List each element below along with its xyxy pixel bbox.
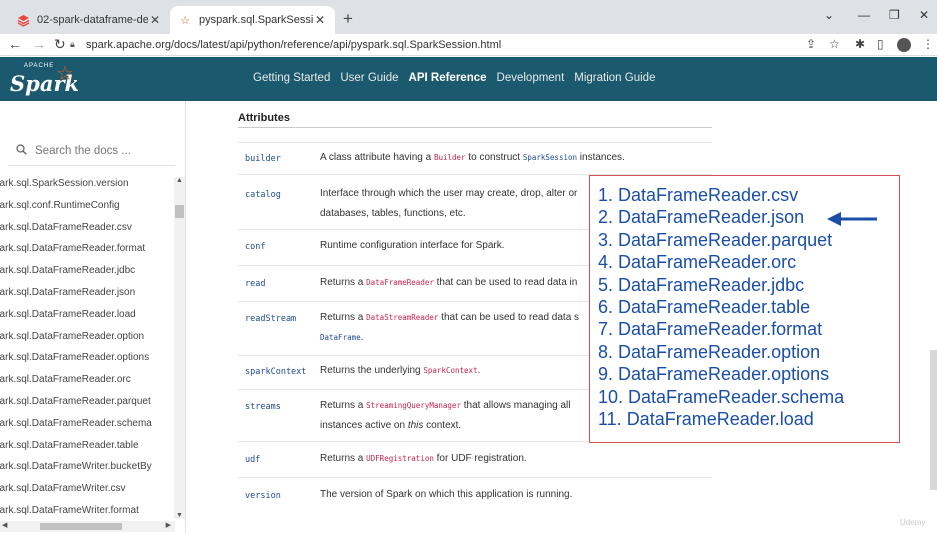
- sidebar-item[interactable]: park.sql.DataFrameReader.json: [0, 286, 152, 308]
- annotation-item: 9. DataFrameReader.options: [598, 364, 830, 385]
- search-divider: [8, 165, 175, 166]
- table-row: udf Returns a UDFRegistration for UDF re…: [238, 441, 712, 477]
- scroll-right-icon[interactable]: ▶: [166, 521, 171, 529]
- annotation-item: 3. DataFrameReader.parquet: [598, 229, 833, 250]
- sidebar-item[interactable]: park.sql.DataFrameReader.options: [0, 351, 152, 373]
- spark-star-logo-icon: ☆: [56, 63, 74, 85]
- table-row: version The version of Spark on which th…: [238, 477, 712, 513]
- annotation-item: 2. DataFrameReader.json: [598, 207, 805, 228]
- attr-name[interactable]: builder: [245, 154, 281, 164]
- section-title: Attributes: [238, 112, 290, 124]
- top-navigation: Getting Started User Guide API Reference…: [253, 72, 655, 84]
- sidebar-vertical-scrollbar[interactable]: ▲ ▼: [174, 177, 185, 519]
- annotation-item: 5. DataFrameReader.jdbc: [598, 274, 805, 295]
- extensions-puzzle-icon[interactable]: ✱: [855, 37, 865, 51]
- scroll-thumb[interactable]: [40, 523, 122, 530]
- browser-tab-databricks[interactable]: 02-spark-dataframe-demo - Data ✕: [8, 6, 170, 34]
- annotation-item: 11. DataFrameReader.load: [598, 409, 814, 430]
- forward-arrow-icon[interactable]: →: [32, 36, 46, 52]
- nav-migration-guide[interactable]: Migration Guide: [574, 72, 655, 84]
- annotation-item: 6. DataFrameReader.table: [598, 297, 811, 318]
- address-bar[interactable]: 🔒︎ spark.apache.org/docs/latest/api/pyth…: [70, 35, 840, 54]
- browser-toolbar: ← → ↻ 🔒︎ spark.apache.org/docs/latest/ap…: [0, 34, 937, 56]
- attr-name[interactable]: streams: [245, 402, 281, 412]
- close-window-icon[interactable]: ✕: [919, 8, 929, 22]
- kebab-menu-icon[interactable]: ⋮: [922, 37, 934, 51]
- attr-name[interactable]: catalog: [245, 190, 281, 200]
- sidebar-item[interactable]: park.sql.DataFrameReader.format: [0, 242, 152, 264]
- attr-desc: The version of Spark on which this appli…: [320, 489, 573, 500]
- page-scrollbar-thumb[interactable]: [930, 350, 937, 490]
- sidebar-item[interactable]: park.sql.DataFrameReader.load: [0, 308, 152, 330]
- table-row: builder A class attribute having a Build…: [238, 142, 712, 174]
- attr-name[interactable]: readStream: [245, 314, 296, 324]
- bookmark-star-icon[interactable]: ☆: [829, 37, 840, 51]
- scroll-left-icon[interactable]: ◀: [2, 521, 7, 529]
- url-text: spark.apache.org/docs/latest/api/python/…: [86, 38, 502, 51]
- scroll-down-icon[interactable]: ▼: [176, 512, 183, 519]
- tab-title: pyspark.sql.SparkSession — PySp: [199, 14, 313, 26]
- udemy-watermark: Udemy: [900, 518, 926, 527]
- annotation-item: 7. DataFrameReader.format: [598, 319, 823, 340]
- annotation-item: 4. DataFrameReader.orc: [598, 252, 797, 273]
- spark-star-icon: ☆: [180, 14, 190, 27]
- sidebar-item[interactable]: park.sql.DataFrameReader.parquet: [0, 395, 152, 417]
- restore-icon[interactable]: ❐: [889, 8, 900, 22]
- tab-title: 02-spark-dataframe-demo - Data: [37, 14, 148, 26]
- sidebar-item[interactable]: park.sql.DataFrameReader.schema: [0, 417, 152, 439]
- lock-icon: 🔒︎: [70, 39, 75, 49]
- divider: [238, 127, 712, 128]
- sidebar-item[interactable]: park.sql.conf.RuntimeConfig: [0, 199, 152, 221]
- attr-name[interactable]: sparkContext: [245, 367, 306, 377]
- databricks-icon: [16, 13, 30, 27]
- annotation-item: 10. DataFrameReader.schema: [598, 386, 845, 407]
- minimize-icon[interactable]: —: [858, 8, 870, 22]
- share-icon[interactable]: ⇪: [806, 37, 816, 51]
- attr-name[interactable]: version: [245, 491, 281, 501]
- sidebar-horizontal-scrollbar[interactable]: ◀ ▶: [0, 521, 175, 532]
- sidebar-list: park.sql.SparkSession.version park.sql.c…: [0, 177, 152, 526]
- annotation-list: 1. DataFrameReader.csv 2. DataFrameReade…: [598, 184, 844, 430]
- back-arrow-icon[interactable]: ←: [8, 36, 22, 52]
- sidebar-item[interactable]: park.sql.DataFrameReader.csv: [0, 221, 152, 243]
- reload-icon[interactable]: ↻: [54, 36, 66, 53]
- sidebar-item[interactable]: park.sql.DataFrameReader.option: [0, 330, 152, 352]
- profile-avatar[interactable]: [897, 38, 911, 52]
- search-input[interactable]: Search the docs ...: [35, 145, 131, 157]
- sidebar-item[interactable]: park.sql.DataFrameReader.orc: [0, 373, 152, 395]
- search-icon: [16, 144, 27, 158]
- attr-name[interactable]: udf: [245, 455, 260, 465]
- scroll-thumb[interactable]: [175, 205, 184, 218]
- search-box[interactable]: Search the docs ...: [16, 144, 131, 158]
- sidebar-item[interactable]: park.sql.DataFrameReader.jdbc: [0, 264, 152, 286]
- scroll-up-icon[interactable]: ▲: [176, 177, 183, 184]
- new-tab-button[interactable]: +: [343, 9, 353, 29]
- browser-tab-pyspark[interactable]: ☆ pyspark.sql.SparkSession — PySp ✕: [170, 6, 335, 34]
- docs-sidebar: Search the docs ... park.sql.SparkSessio…: [0, 101, 186, 533]
- annotation-item: 1. DataFrameReader.csv: [598, 185, 799, 205]
- spark-docs-header: APACHE Spark ☆ Getting Started User Guid…: [0, 57, 937, 101]
- sidebar-item[interactable]: park.sql.DataFrameReader.table: [0, 439, 152, 461]
- attr-desc: A class attribute having a Builder to co…: [320, 152, 625, 163]
- close-tab-icon[interactable]: ✕: [313, 13, 327, 27]
- annotation-item: 8. DataFrameReader.option: [598, 341, 821, 362]
- nav-api-reference[interactable]: API Reference: [409, 72, 487, 84]
- sidebar-item[interactable]: park.sql.DataFrameWriter.bucketBy: [0, 460, 152, 482]
- attr-name[interactable]: read: [245, 279, 265, 289]
- browser-tab-bar: 02-spark-dataframe-demo - Data ✕ ☆ pyspa…: [0, 0, 937, 34]
- close-tab-icon[interactable]: ✕: [148, 13, 162, 27]
- nav-user-guide[interactable]: User Guide: [340, 72, 398, 84]
- attr-name[interactable]: conf: [245, 242, 265, 252]
- sidebar-item[interactable]: park.sql.DataFrameWriter.csv: [0, 482, 152, 504]
- side-panel-icon[interactable]: ▯: [877, 37, 884, 51]
- left-arrow-icon: [827, 212, 877, 226]
- nav-getting-started[interactable]: Getting Started: [253, 72, 330, 84]
- attr-desc: Returns a UDFRegistration for UDF regist…: [320, 453, 527, 464]
- logo-apache-text: APACHE: [24, 63, 55, 69]
- sidebar-item[interactable]: park.sql.SparkSession.version: [0, 177, 152, 199]
- tab-search-chevron-icon[interactable]: ⌄: [824, 8, 834, 22]
- nav-development[interactable]: Development: [497, 72, 565, 84]
